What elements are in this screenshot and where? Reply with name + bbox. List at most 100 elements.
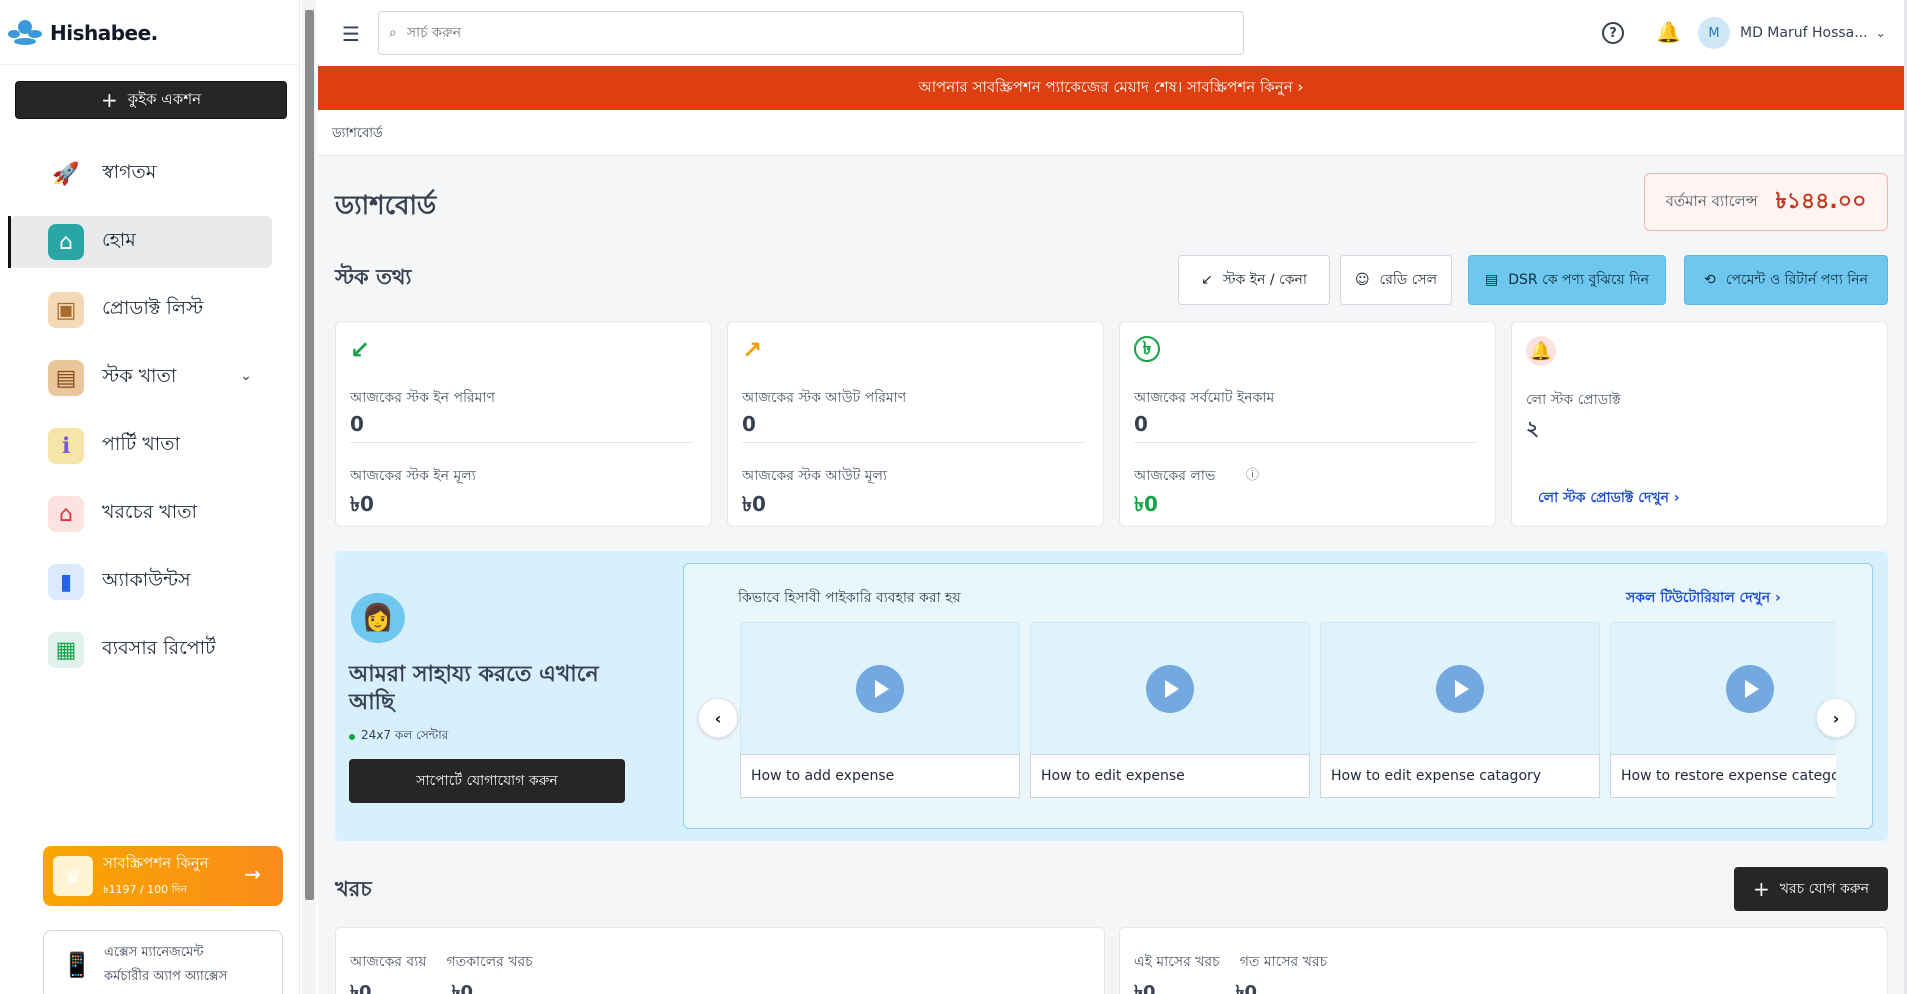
report-icon: ▦ (48, 632, 84, 668)
low-stock-link-label: লো স্টক প্রোডাক্ট দেখুন (1538, 490, 1669, 506)
stat-label: আজকের লাভ (1134, 468, 1216, 484)
access-management-card[interactable]: 📱 এক্সেস ম্যানেজমেন্ট কর্মচারীর অ্যাপ অ্… (43, 930, 283, 994)
sidebar-scrollbar[interactable] (302, 0, 316, 994)
help-title: আমরা সাহায্য করতে এখানে আছি (349, 662, 599, 715)
menu-collapse-icon[interactable]: ☰ (342, 22, 360, 46)
video-caption-wrap: How to restore expense category (1610, 754, 1836, 798)
video-thumbnail[interactable] (1320, 622, 1600, 754)
add-expense-label: খরচ যোগ করুন (1779, 881, 1869, 897)
carousel-prev-button[interactable]: ‹ (698, 698, 738, 738)
video-caption[interactable]: How to edit expense (1030, 754, 1310, 798)
rocket-icon: 🚀 (52, 161, 80, 187)
topbar: ☰ ⌕ ? 🔔 M MD Maruf Hossa... ⌄ (318, 0, 1907, 64)
expense-monthly-card: এই মাসের খরচ গত মাসের খরচ ৳0 ৳0 (1119, 927, 1888, 994)
video-thumbnail[interactable] (1610, 622, 1836, 754)
sidebar-item-home[interactable]: ⌂ হোম (8, 216, 272, 268)
video-list (740, 622, 1836, 772)
play-icon[interactable] (1726, 664, 1774, 713)
video-caption[interactable]: How to restore expense category (1610, 754, 1836, 798)
play-icon[interactable] (1146, 664, 1194, 713)
video-thumbnail[interactable] (740, 622, 1020, 754)
stat-label: লো স্টক প্রোডাক্ট (1526, 392, 1621, 408)
low-stock-card: 🔔 লো স্টক প্রোডাক্ট ২ লো স্টক প্রোডাক্ট … (1511, 321, 1888, 527)
accounts-icon: ▮ (48, 564, 84, 600)
contact-support-button[interactable]: সাপোর্টে যোগাযোগ করুন (349, 759, 625, 803)
video-caption[interactable]: How to add expense (740, 754, 1020, 798)
arrow-up-right-icon: ↗ (742, 336, 763, 364)
expense-value: ৳0 (1134, 982, 1156, 994)
sidebar-item-label: হোম (102, 229, 136, 251)
user-icon: ☺ (1354, 272, 1370, 288)
carousel-next-button[interactable]: › (1816, 698, 1856, 738)
income-card: ৳ আজকের সর্বমোট ইনকাম 0 আজকের লাভ ⓘ ৳0 (1119, 321, 1496, 527)
dsr-button[interactable]: ▤ DSR কে পণ্য বুঝিয়ে দিন (1468, 255, 1666, 305)
sidebar-item-party[interactable]: ℹ পার্টি খাতা (10, 420, 272, 472)
payment-return-button[interactable]: ⟲ পেমেন্ট ও রিটার্ন পণ্য নিন (1684, 255, 1888, 305)
low-stock-link[interactable]: লো স্টক প্রোডাক্ট দেখুন › (1538, 486, 1680, 510)
expense-label: গত মাসের খরচ (1239, 954, 1328, 970)
add-expense-button[interactable]: + খরচ যোগ করুন (1734, 867, 1888, 911)
expense-daily-card: আজকের ব্যয় গতকালের খরচ ৳0 ৳0 (335, 927, 1105, 994)
logo[interactable]: Hishabee. (8, 20, 158, 46)
subscription-title: সাবস্ক্রিপশন কিনুন (103, 854, 209, 872)
stat-label: আজকের স্টক ইন মূল্য (350, 468, 476, 484)
user-menu[interactable]: M MD Maruf Hossa... ⌄ (1698, 17, 1886, 49)
search-bar[interactable]: ⌕ (378, 11, 1244, 55)
stat-label: আজকের স্টক ইন পরিমাণ (350, 390, 495, 406)
crown-icon: ♛ (53, 856, 93, 896)
subscription-card[interactable]: ♛ সাবস্ক্রিপশন কিনুন ৳1197 / 100 দিন → (43, 846, 283, 906)
play-icon[interactable] (856, 664, 904, 713)
video-card[interactable] (1320, 622, 1600, 772)
quick-action-label: কুইক একশন (127, 89, 202, 108)
divider (1134, 442, 1478, 443)
sidebar-item-expense[interactable]: ⌂ খরচের খাতা (10, 488, 272, 540)
video-caption-wrap: How to edit expense (1030, 754, 1310, 798)
sidebar-item-report[interactable]: ▦ ব্যবসার রিপোর্ট (10, 624, 272, 676)
video-card[interactable] (1610, 622, 1836, 772)
stock-icon: ▤ (48, 360, 84, 396)
help-subtitle: 24x7 কল সেন্টার (349, 727, 448, 747)
chevron-right-icon: › (1832, 708, 1840, 728)
sidebar-item-accounts[interactable]: ▮ অ্যাকাউন্টস (10, 556, 272, 608)
user-name: MD Maruf Hossa... (1740, 25, 1868, 41)
expense-value: ৳0 (451, 982, 474, 994)
breadcrumb[interactable]: ড্যাশবোর্ড (332, 124, 383, 145)
chevron-down-icon: ⌄ (1875, 26, 1886, 40)
expense-section-title: খরচ (335, 877, 372, 901)
subscription-alert[interactable]: আপনার সাবস্ক্রিপশন প্যাকেজের মেয়াদ শেষ।… (318, 66, 1904, 110)
expense-value: ৳0 (350, 982, 372, 994)
sidebar-item-label: স্টক খাতা (102, 365, 177, 387)
video-caption[interactable]: How to edit expense catagory (1320, 754, 1600, 798)
video-card[interactable] (1030, 622, 1310, 772)
quick-action-button[interactable]: + কুইক একশন (15, 81, 287, 119)
payment-return-label: পেমেন্ট ও রিটার্ন পণ্য নিন (1725, 272, 1868, 288)
bell-icon[interactable]: 🔔 (1656, 20, 1681, 44)
sidebar-item-product-list[interactable]: ▣ প্রোডাক্ট লিস্ট (10, 284, 272, 336)
search-input[interactable] (406, 25, 1207, 41)
sidebar-item-label: অ্যাকাউন্টস (102, 569, 191, 591)
divider (0, 64, 300, 65)
help-icon[interactable]: ? (1602, 22, 1624, 44)
box-icon: ▣ (48, 292, 84, 328)
video-caption-wrap: How to add expense (740, 754, 1020, 798)
all-tutorials-link[interactable]: সকল টিউটোরিয়াল দেখুন › (1626, 586, 1781, 610)
video-thumbnail[interactable] (1030, 622, 1310, 754)
tutorial-carousel: কিভাবে হিসাবী পাইকারি ব্যবহার করা হয় সক… (683, 563, 1873, 829)
sidebar-item-stock[interactable]: ▤ স্টক খাতা ⌄ (10, 352, 272, 404)
ready-sale-button[interactable]: ☺ রেডি সেল (1340, 255, 1452, 305)
scrollbar-thumb[interactable] (305, 10, 314, 900)
info-icon[interactable]: ⓘ (1246, 464, 1259, 483)
chevron-left-icon: ‹ (714, 708, 722, 728)
access-subtitle: কর্মচারীর অ্যাপ অ্যাক্সেস (104, 969, 228, 984)
sidebar-item-welcome[interactable]: 🚀 স্বাগতম (10, 148, 272, 200)
stat-label: আজকের স্টক আউট মূল্য (742, 468, 887, 484)
play-icon[interactable] (1436, 664, 1484, 713)
stat-value: 0 (1134, 412, 1148, 436)
search-icon: ⌕ (389, 25, 397, 41)
balance-value: ৳১৪৪.০০ (1775, 188, 1867, 214)
stock-in-button[interactable]: ↙ স্টক ইন / কেনা (1178, 255, 1330, 305)
arrow-down-left-icon: ↙ (1201, 272, 1213, 288)
chevron-down-icon[interactable]: ⌄ (240, 368, 252, 384)
video-card[interactable] (740, 622, 1020, 772)
expense-icon: ⌂ (48, 496, 84, 532)
